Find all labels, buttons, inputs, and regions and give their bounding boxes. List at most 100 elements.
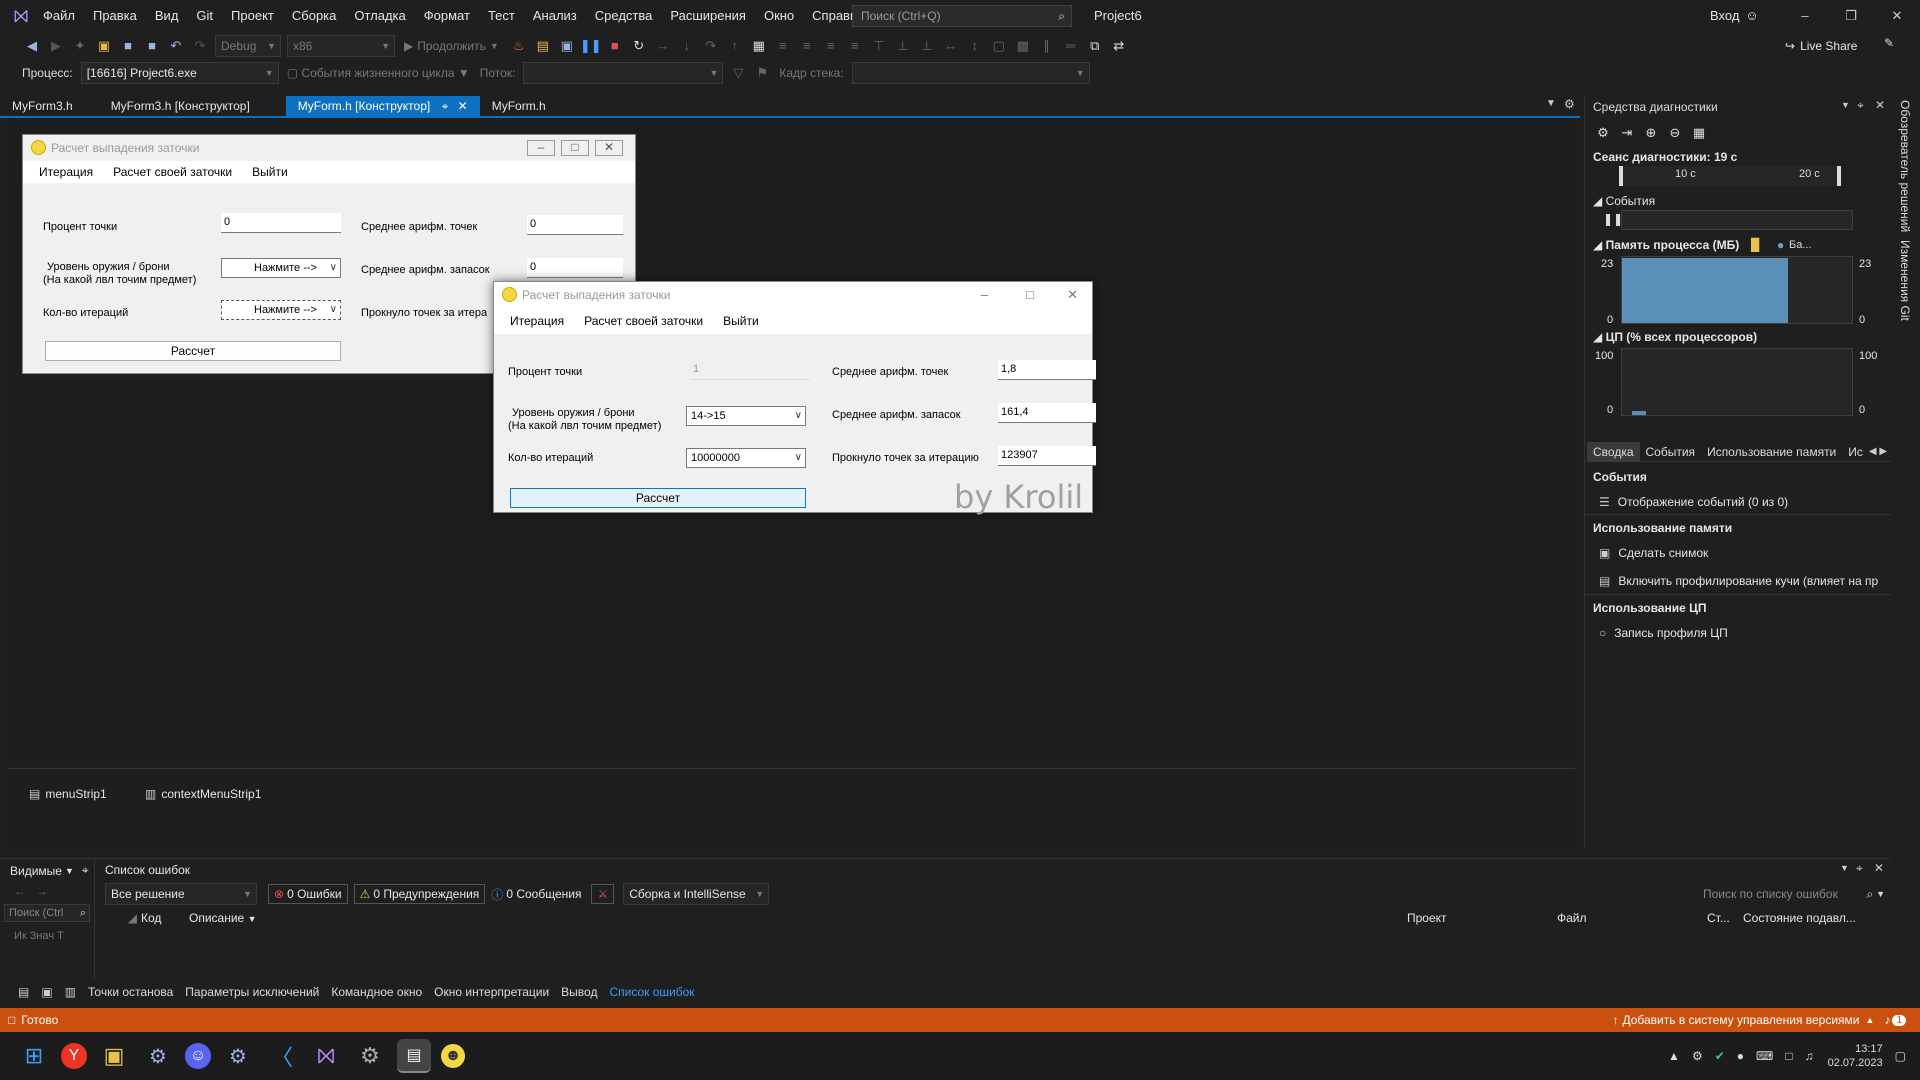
sort-corner-icon[interactable]: ◢: [105, 911, 141, 925]
windows-start-icon[interactable]: ⊞: [17, 1039, 51, 1073]
snap-grid-icon[interactable]: ▩: [1012, 35, 1034, 57]
show-events-link[interactable]: ☰ Отображение событий (0 из 0): [1599, 495, 1788, 509]
tray-expand-icon[interactable]: ▲: [1668, 1049, 1680, 1063]
tab-events[interactable]: События: [1640, 442, 1702, 462]
iter-combo[interactable]: Нажмите --> ∨: [221, 300, 341, 320]
messages-filter-button[interactable]: ⓘ 0 Сообщения: [491, 886, 581, 903]
file-explorer-icon[interactable]: ▣: [97, 1039, 131, 1073]
column-project[interactable]: Проект: [1407, 911, 1447, 925]
settings-gear-icon[interactable]: ⚙: [1592, 122, 1614, 144]
pin-icon[interactable]: ⌖: [82, 863, 89, 878]
app-window-icon[interactable]: ▤: [397, 1039, 431, 1073]
search-box[interactable]: Поиск (Ctrl+Q) ⌕: [852, 5, 1072, 27]
minimize-icon[interactable]: –: [981, 282, 988, 308]
errors-filter-button[interactable]: ⊗ 0 Ошибки: [268, 884, 348, 904]
bring-front-icon[interactable]: ⧉: [1084, 35, 1106, 57]
menu-test[interactable]: Тест: [479, 0, 524, 31]
undo-icon[interactable]: ↶: [165, 35, 187, 57]
tab-scroll-icon[interactable]: ◀ ▶: [1869, 446, 1887, 457]
take-snapshot-link[interactable]: ▣ Сделать снимок: [1599, 546, 1708, 560]
tab-cpu-usage[interactable]: Ис: [1842, 442, 1869, 462]
pin-icon[interactable]: ⌖: [442, 99, 449, 113]
visual-studio-icon[interactable]: ⨝: [309, 1039, 343, 1073]
solution-explorer-tab[interactable]: Обозреватель решений: [1898, 100, 1912, 232]
level-combo[interactable]: Нажмите --> ∨: [221, 258, 341, 278]
menu-format[interactable]: Формат: [415, 0, 479, 31]
volume-icon[interactable]: ♫: [1805, 1049, 1814, 1063]
tab-close-icon[interactable]: ✕: [458, 99, 468, 113]
heap-profiling-link[interactable]: ▤ Включить профилирование кучи (влияет н…: [1599, 574, 1891, 588]
panel-close-icon[interactable]: ✕: [1875, 98, 1885, 112]
tab-myform3-h[interactable]: MyForm3.h: [0, 96, 85, 116]
stop-icon[interactable]: ■: [604, 35, 626, 57]
align-left-icon[interactable]: ≡: [796, 35, 818, 57]
pause-icon[interactable]: ❚❚: [580, 35, 602, 57]
avg-points-output[interactable]: 1,8: [998, 360, 1096, 380]
menu-window[interactable]: Окно: [755, 0, 803, 31]
chicken-app-icon[interactable]: ☻: [441, 1044, 465, 1068]
process-select[interactable]: [16616] Project6.exe ▼: [80, 62, 279, 84]
memory-chart[interactable]: [1621, 256, 1853, 324]
tab-order-icon[interactable]: ⇄: [1108, 35, 1130, 57]
menu-edit[interactable]: Правка: [84, 0, 146, 31]
notifications-button[interactable]: ♪ 1: [1884, 1013, 1906, 1027]
tray-steam-icon[interactable]: ⚙: [1692, 1049, 1703, 1063]
step-into-icon[interactable]: ↓: [676, 35, 698, 57]
save-icon[interactable]: ■: [117, 35, 139, 57]
screenshot-icon[interactable]: ▣: [556, 35, 578, 57]
output-tool-icon[interactable]: ▤: [12, 980, 35, 1004]
panel-menu-chevron-icon[interactable]: ▼: [1841, 100, 1850, 110]
steam-icon[interactable]: ⚙: [141, 1039, 175, 1073]
record-cpu-profile-link[interactable]: ○ Запись профиля ЦП: [1599, 626, 1728, 640]
step-out-icon[interactable]: ↑: [724, 35, 746, 57]
events-section-header[interactable]: ◢ События: [1593, 194, 1655, 208]
forward-arrow-icon[interactable]: →: [36, 884, 48, 898]
menu-build[interactable]: Сборка: [283, 0, 346, 31]
column-line[interactable]: Ст...: [1707, 911, 1730, 925]
clock[interactable]: 13:17 02.07.2023: [1828, 1042, 1883, 1070]
reset-view-icon[interactable]: ▦: [1688, 122, 1710, 144]
component-menustrip[interactable]: ▤ menuStrip1: [29, 787, 107, 801]
align-right-icon[interactable]: ≡: [844, 35, 866, 57]
keyboard-icon[interactable]: ⌨: [1756, 1049, 1773, 1063]
platform-select[interactable]: x86 ▼: [287, 35, 395, 57]
network-icon[interactable]: □: [1785, 1049, 1792, 1063]
back-icon[interactable]: ◀: [21, 35, 43, 57]
cpu-chart[interactable]: [1621, 348, 1853, 416]
scope-select[interactable]: Все решение ▼: [105, 883, 257, 905]
tab-memory-usage[interactable]: Использование памяти: [1701, 442, 1842, 462]
build-filter-icon[interactable]: ⚔: [591, 884, 615, 904]
percent-input[interactable]: 1: [690, 360, 810, 380]
tab-error-list[interactable]: Список ошибок: [603, 980, 700, 1004]
watch-search[interactable]: Поиск (Ctrl ⌕: [4, 904, 90, 922]
menu-exit[interactable]: Выйти: [242, 165, 298, 179]
avg-stock-output[interactable]: 0: [527, 258, 623, 278]
lifecycle-events[interactable]: ▢ События жизненного цикла ▼: [282, 66, 475, 80]
menu-own-calc[interactable]: Расчет своей заточки: [103, 165, 242, 179]
same-height-icon[interactable]: ↕: [964, 35, 986, 57]
build-intellisense-select[interactable]: Сборка и IntelliSense ▼: [623, 883, 770, 905]
tab-myform-designer[interactable]: MyForm.h [Конструктор] ⌖ ✕: [285, 96, 480, 116]
tray-app-icon[interactable]: ●: [1737, 1049, 1744, 1063]
show-next-statement-icon[interactable]: →: [652, 35, 674, 57]
menu-analyze[interactable]: Анализ: [524, 0, 586, 31]
add-to-vcs-button[interactable]: ↑ Добавить в систему управления версиями…: [1612, 1013, 1874, 1027]
calc-button[interactable]: Рассчет: [45, 341, 341, 361]
column-file[interactable]: Файл: [1557, 911, 1587, 925]
continue-button[interactable]: ▶ Продолжить ▼: [404, 39, 499, 53]
stackframe-select[interactable]: ▼: [851, 62, 1090, 84]
avg-stock-output[interactable]: 161,4: [998, 403, 1096, 423]
menu-iteration[interactable]: Итерация: [29, 165, 103, 179]
feedback-icon[interactable]: ✎: [1884, 36, 1894, 50]
hot-reload-icon[interactable]: ♨: [508, 35, 530, 57]
filter-icon[interactable]: ▽: [727, 62, 749, 84]
restore-icon[interactable]: ❐: [1828, 0, 1874, 31]
tab-output[interactable]: Вывод: [555, 980, 603, 1004]
component-contextmenustrip[interactable]: ▥ contextMenuStrip1: [145, 787, 261, 801]
menu-git[interactable]: Git: [187, 0, 222, 31]
avg-points-output[interactable]: 0: [527, 215, 623, 235]
signin-button[interactable]: Вход ☺: [1710, 0, 1759, 31]
memory-section-header[interactable]: ◢ Память процесса (МБ): [1593, 238, 1739, 252]
tab-settings-gear-icon[interactable]: ⚙: [1564, 97, 1575, 111]
menu-project[interactable]: Проект: [222, 0, 283, 31]
